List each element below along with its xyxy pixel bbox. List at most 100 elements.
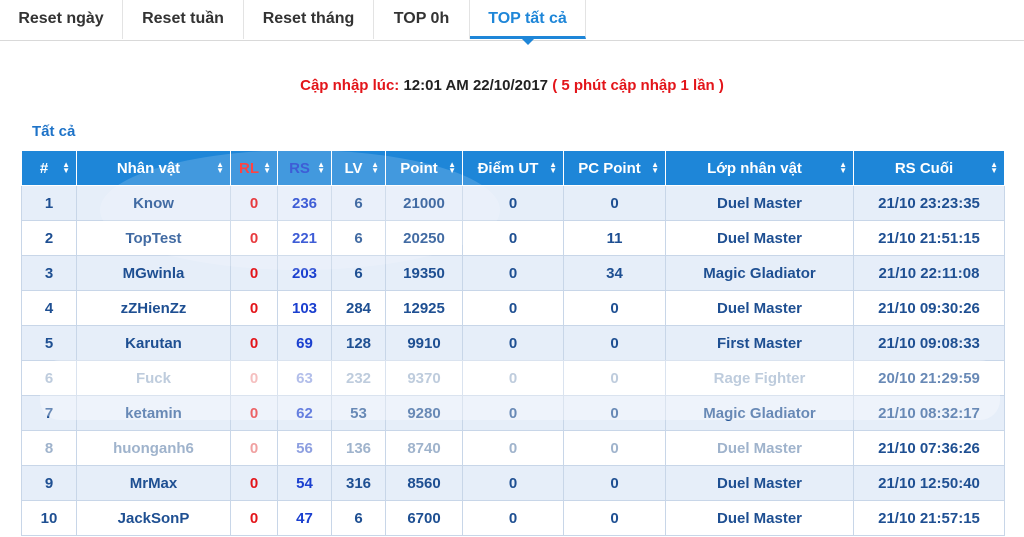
cell-lv: 6 bbox=[331, 185, 386, 221]
sort-icon: ▲ ▼ bbox=[216, 160, 224, 175]
cell-pc-point: 0 bbox=[563, 395, 666, 431]
update-prefix: Cập nhập lúc: bbox=[300, 77, 400, 94]
cell-pc-point: 0 bbox=[563, 465, 666, 501]
cell-last-reset: 21/10 21:57:15 bbox=[853, 500, 1005, 536]
cell-pc-point: 34 bbox=[563, 255, 666, 291]
cell-character[interactable]: JackSonP bbox=[76, 500, 231, 536]
table-row: 3 MGwinla 0 203 6 19350 0 34 Magic Gladiator 21/1… bbox=[21, 255, 1005, 291]
sort-icon: ▲ ▼ bbox=[371, 160, 379, 175]
sort-icon: ▲ ▼ bbox=[317, 160, 325, 175]
cell-character[interactable]: Karutan bbox=[76, 325, 231, 361]
tab-bar: Reset ngày Reset tuần Reset tháng TOP 0h… bbox=[0, 0, 1024, 45]
cell-last-reset: 20/10 21:29:59 bbox=[853, 360, 1005, 396]
cell-class: First Master bbox=[665, 325, 854, 361]
cell-point: 21000 bbox=[385, 185, 463, 221]
tab-top-0h[interactable]: TOP 0h bbox=[374, 0, 470, 39]
sort-icon: ▲ ▼ bbox=[549, 160, 557, 175]
col-header-lv[interactable]: LV ▲ ▼ bbox=[331, 150, 386, 186]
col-header-pc-point[interactable]: PC Point ▲ ▼ bbox=[563, 150, 666, 186]
cell-lv: 6 bbox=[331, 220, 386, 256]
cell-pc-point: 0 bbox=[563, 500, 666, 536]
cell-character[interactable]: Fuck bbox=[76, 360, 231, 396]
cell-rs: 236 bbox=[277, 185, 332, 221]
col-header-class[interactable]: Lớp nhân vật ▲ ▼ bbox=[665, 150, 854, 186]
tab-reset-month[interactable]: Reset tháng bbox=[244, 0, 374, 39]
cell-class: Duel Master bbox=[665, 465, 854, 501]
table-row: 2 TopTest 0 221 6 20250 0 11 Duel Master 21/10 21… bbox=[21, 220, 1005, 256]
cell-lv: 316 bbox=[331, 465, 386, 501]
cell-last-reset: 21/10 22:11:08 bbox=[853, 255, 1005, 291]
col-header-rank[interactable]: # ▲ ▼ bbox=[21, 150, 77, 186]
table-row: 7 ketamin 0 62 53 9280 0 0 Magic Gladiator 21/10 … bbox=[21, 395, 1005, 431]
table-row: 10 JackSonP 0 47 6 6700 0 0 Duel Master 21/10 21:… bbox=[21, 500, 1005, 536]
cell-ut-point: 0 bbox=[462, 465, 564, 501]
cell-rank: 1 bbox=[21, 185, 77, 221]
cell-point: 9280 bbox=[385, 395, 463, 431]
cell-rs: 56 bbox=[277, 430, 332, 466]
cell-rank: 4 bbox=[21, 290, 77, 326]
table-row: 9 MrMax 0 54 316 8560 0 0 Duel Master 21/10 12:50… bbox=[21, 465, 1005, 501]
cell-pc-point: 0 bbox=[563, 325, 666, 361]
table-row: 1 Know 0 236 6 21000 0 0 Duel Master 21/10 23:23:… bbox=[21, 185, 1005, 221]
cell-point: 19350 bbox=[385, 255, 463, 291]
col-header-rs[interactable]: RS ▲ ▼ bbox=[277, 150, 332, 186]
cell-character[interactable]: TopTest bbox=[76, 220, 231, 256]
cell-ut-point: 0 bbox=[462, 360, 564, 396]
cell-point: 9910 bbox=[385, 325, 463, 361]
col-header-ut-point[interactable]: Điểm UT ▲ ▼ bbox=[462, 150, 564, 186]
table-row: 8 huonganh6 0 56 136 8740 0 0 Duel Master 21/10 0… bbox=[21, 430, 1005, 466]
tab-top-all[interactable]: TOP tất cả bbox=[470, 0, 586, 45]
cell-class: Rage Fighter bbox=[665, 360, 854, 396]
cell-pc-point: 0 bbox=[563, 360, 666, 396]
cell-character[interactable]: zZHienZz bbox=[76, 290, 231, 326]
cell-class: Magic Gladiator bbox=[665, 255, 854, 291]
cell-point: 20250 bbox=[385, 220, 463, 256]
filter-all-link[interactable]: Tất cả bbox=[32, 123, 75, 140]
col-header-rl[interactable]: RL ▲ ▼ bbox=[230, 150, 278, 186]
cell-class: Duel Master bbox=[665, 430, 854, 466]
cell-character[interactable]: Know bbox=[76, 185, 231, 221]
sort-icon: ▲ ▼ bbox=[263, 160, 271, 175]
cell-pc-point: 0 bbox=[563, 290, 666, 326]
cell-last-reset: 21/10 08:32:17 bbox=[853, 395, 1005, 431]
cell-lv: 284 bbox=[331, 290, 386, 326]
cell-rs: 103 bbox=[277, 290, 332, 326]
cell-rs: 62 bbox=[277, 395, 332, 431]
cell-character[interactable]: huonganh6 bbox=[76, 430, 231, 466]
col-header-character[interactable]: Nhân vật ▲ ▼ bbox=[76, 150, 231, 186]
cell-point: 8560 bbox=[385, 465, 463, 501]
cell-ut-point: 0 bbox=[462, 500, 564, 536]
col-header-point[interactable]: Point ▲ ▼ bbox=[385, 150, 463, 186]
cell-character[interactable]: ketamin bbox=[76, 395, 231, 431]
cell-character[interactable]: MGwinla bbox=[76, 255, 231, 291]
cell-lv: 53 bbox=[331, 395, 386, 431]
cell-point: 9370 bbox=[385, 360, 463, 396]
cell-rank: 6 bbox=[21, 360, 77, 396]
cell-rank: 10 bbox=[21, 500, 77, 536]
cell-lv: 128 bbox=[331, 325, 386, 361]
cell-rs: 47 bbox=[277, 500, 332, 536]
sort-icon: ▲ ▼ bbox=[839, 160, 847, 175]
cell-rank: 3 bbox=[21, 255, 77, 291]
cell-pc-point: 0 bbox=[563, 430, 666, 466]
cell-lv: 6 bbox=[331, 500, 386, 536]
cell-point: 12925 bbox=[385, 290, 463, 326]
sort-icon: ▲ ▼ bbox=[448, 160, 456, 175]
cell-last-reset: 21/10 12:50:40 bbox=[853, 465, 1005, 501]
tab-reset-day[interactable]: Reset ngày bbox=[0, 0, 123, 39]
cell-character[interactable]: MrMax bbox=[76, 465, 231, 501]
cell-class: Duel Master bbox=[665, 220, 854, 256]
cell-lv: 6 bbox=[331, 255, 386, 291]
table-row: 5 Karutan 0 69 128 9910 0 0 First Master 21/10 09… bbox=[21, 325, 1005, 361]
cell-rl: 0 bbox=[230, 500, 278, 536]
cell-ut-point: 0 bbox=[462, 185, 564, 221]
cell-rl: 0 bbox=[230, 255, 278, 291]
cell-class: Duel Master bbox=[665, 500, 854, 536]
col-header-last-reset[interactable]: RS Cuối ▲ ▼ bbox=[853, 150, 1005, 186]
tab-reset-week[interactable]: Reset tuần bbox=[123, 0, 244, 39]
cell-pc-point: 11 bbox=[563, 220, 666, 256]
sort-icon: ▲ ▼ bbox=[651, 160, 659, 175]
cell-rank: 7 bbox=[21, 395, 77, 431]
cell-rs: 63 bbox=[277, 360, 332, 396]
cell-rs: 203 bbox=[277, 255, 332, 291]
